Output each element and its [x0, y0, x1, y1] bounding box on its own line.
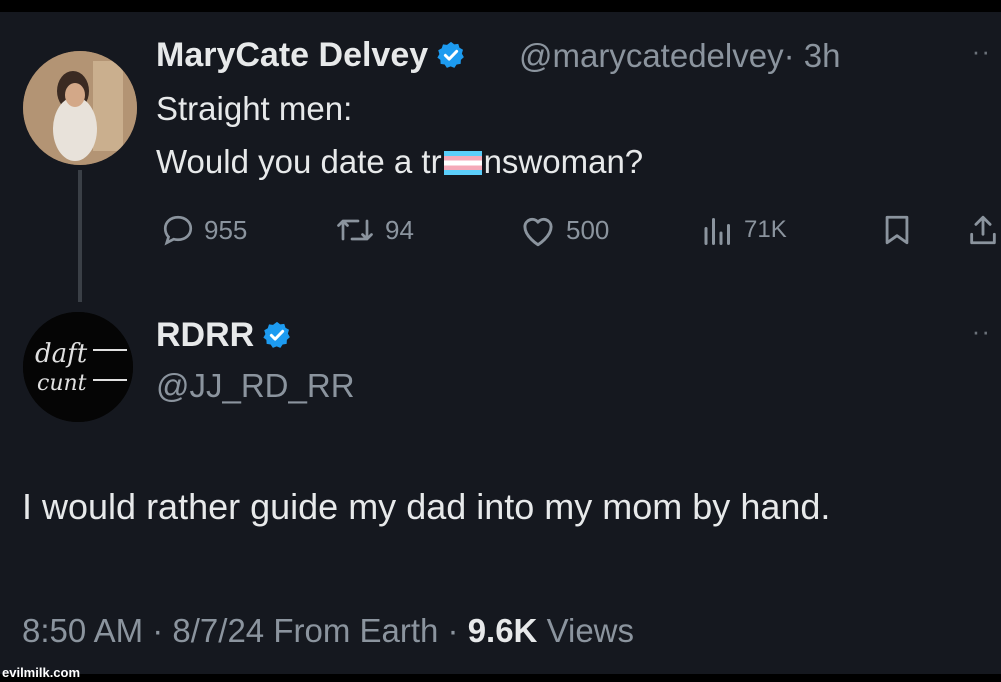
watermark: evilmilk.com: [2, 665, 81, 680]
author-handle[interactable]: @marycatedelvey· 3h: [519, 37, 840, 75]
tweet-text: I would rather guide my dad into my mom …: [22, 486, 831, 527]
reply-count: 955: [204, 214, 248, 245]
author-name[interactable]: RDRR: [156, 316, 292, 355]
views-button[interactable]: 71K: [700, 210, 787, 250]
tweet-text-line-2: Would you date a tr nswoman?: [156, 143, 644, 180]
author-name[interactable]: MaryCate Delvey: [156, 36, 466, 75]
repost-button[interactable]: 94: [333, 210, 414, 250]
transgender-flag-icon: [443, 151, 482, 175]
avatar-image: daft cunt: [23, 312, 133, 422]
verified-badge-icon: [263, 321, 291, 348]
bookmark-button[interactable]: [880, 210, 922, 250]
views-chart-icon: [704, 218, 730, 245]
tweet-thread: MaryCate Delvey @marycatedelvey· 3h ·· S…: [0, 12, 1001, 674]
heart-icon: [523, 217, 553, 247]
tweet-timestamp[interactable]: 8:50 AM · 8/7/24 From Earth · 9.6K Views: [22, 612, 634, 650]
thread-line: [78, 170, 82, 302]
like-count: 500: [566, 214, 610, 245]
verified-badge-icon: [437, 41, 465, 68]
reply-button[interactable]: 955: [160, 210, 247, 250]
avatar-image: [23, 51, 137, 165]
reply-icon: [163, 215, 193, 246]
share-button[interactable]: [966, 210, 1001, 250]
share-icon: [970, 215, 996, 245]
like-button[interactable]: 500: [518, 210, 609, 250]
more-options-icon[interactable]: ··: [972, 36, 991, 67]
author-handle[interactable]: @JJ_RD_RR: [156, 367, 355, 405]
bookmark-icon: [885, 215, 909, 245]
avatar[interactable]: daft cunt: [23, 312, 133, 422]
avatar[interactable]: [23, 51, 137, 165]
post-time: · 3h: [783, 37, 841, 74]
views-count: 9.6K: [467, 612, 538, 649]
more-options-icon[interactable]: ··: [972, 316, 991, 347]
views-count: 71K: [744, 216, 787, 243]
tweet-text-line-1: Straight men:: [156, 90, 353, 127]
repost-icon: [337, 219, 373, 241]
avatar-text-1: daft: [35, 339, 88, 369]
avatar-text-2: cunt: [37, 371, 87, 396]
repost-count: 94: [385, 214, 414, 245]
